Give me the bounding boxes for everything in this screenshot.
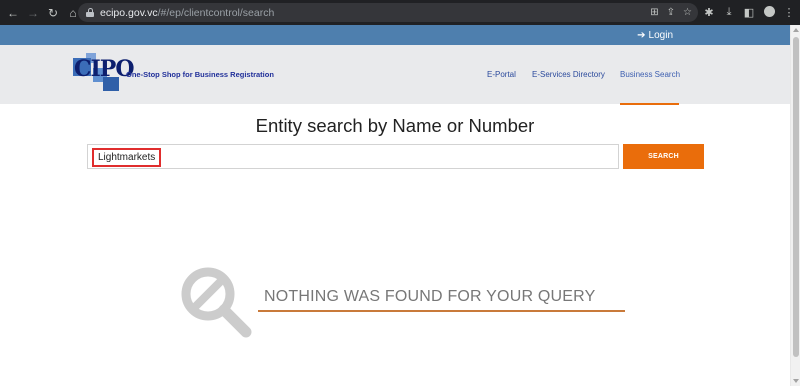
no-results-message: NOTHING WAS FOUND FOR YOUR QUERY: [264, 288, 596, 305]
lock-icon: [86, 8, 94, 17]
login-icon: ➔: [637, 29, 646, 41]
login-label: Login: [648, 29, 673, 41]
browser-toolbar: ← → ↻ ⌂ ecipo.gov.vc/#/ep/clientcontrol/…: [0, 0, 800, 25]
login-link[interactable]: ➔ Login: [637, 25, 673, 45]
nav-item-e-portal[interactable]: E-Portal: [487, 45, 516, 104]
search-button[interactable]: SEARCH: [623, 144, 704, 169]
bookmark-star-icon[interactable]: ☆: [683, 7, 692, 18]
active-nav-indicator: [620, 103, 679, 105]
no-results-underline: [258, 310, 625, 312]
download-icon[interactable]: ⤓: [722, 6, 736, 19]
logo-tagline[interactable]: One-Stop Shop for Business Registration: [126, 70, 274, 79]
logo-letters: CIPO: [74, 56, 135, 82]
url-host: ecipo.gov.vc: [100, 6, 158, 19]
page-scrollbar[interactable]: [790, 25, 800, 386]
side-panel-icon[interactable]: ◧: [742, 6, 756, 19]
page-title: Entity search by Name or Number: [255, 115, 535, 136]
forward-icon[interactable]: →: [24, 4, 42, 22]
menu-kebab-icon[interactable]: ⋮: [782, 6, 796, 19]
profile-avatar-icon[interactable]: [762, 5, 776, 20]
cipo-logo[interactable]: CIPO: [73, 53, 135, 93]
nav-item-e-services-directory[interactable]: E-Services Directory: [532, 45, 605, 104]
no-results-magnifier-icon: [181, 267, 252, 338]
top-bar: ➔ Login: [0, 25, 790, 45]
share-icon[interactable]: ⇪: [667, 7, 675, 18]
search-input[interactable]: Lightmarkets: [87, 144, 619, 169]
scroll-up-icon[interactable]: [793, 28, 799, 32]
nav-item-business-search[interactable]: Business Search: [620, 45, 680, 104]
search-input-value: Lightmarkets: [92, 148, 162, 167]
site-header: CIPO One-Stop Shop for Business Registra…: [0, 45, 790, 104]
back-icon[interactable]: ←: [4, 4, 22, 22]
scroll-thumb[interactable]: [793, 37, 799, 357]
address-bar[interactable]: ecipo.gov.vc/#/ep/clientcontrol/search ⊞…: [78, 3, 698, 22]
url-path: /#/ep/clientcontrol/search: [157, 6, 275, 19]
extensions-icon[interactable]: ✱: [702, 6, 716, 19]
translate-icon[interactable]: ⊞: [650, 7, 658, 18]
reload-icon[interactable]: ↻: [44, 4, 62, 22]
scroll-down-icon[interactable]: [793, 379, 799, 383]
